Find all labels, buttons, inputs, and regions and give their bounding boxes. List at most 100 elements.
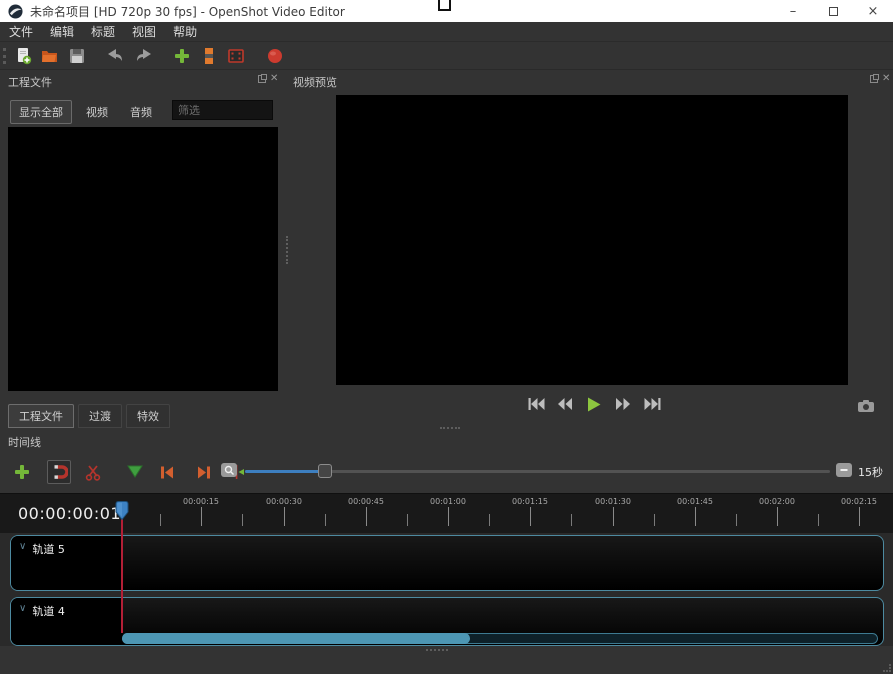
project-files-float-icon[interactable] <box>258 75 266 83</box>
menu-help[interactable]: 帮助 <box>165 21 205 42</box>
new-project-button[interactable] <box>12 45 34 67</box>
add-track-button[interactable] <box>10 460 34 484</box>
video-preview-float-icon[interactable] <box>870 75 878 83</box>
filter-tab-show-all[interactable]: 显示全部 <box>10 100 72 124</box>
ruler-tick-major <box>695 507 696 526</box>
menu-file[interactable]: 文件 <box>1 21 41 42</box>
tab-transitions[interactable]: 过渡 <box>78 404 122 428</box>
panel-splitter-handle[interactable] <box>286 236 288 264</box>
jump-to-end-button[interactable] <box>643 396 661 412</box>
import-files-icon <box>173 47 191 65</box>
ruler-tick-minor <box>571 514 572 526</box>
next-marker-button[interactable] <box>192 460 216 484</box>
track-5-header[interactable]: ∨ 轨道 5 <box>11 536 123 590</box>
menu-title[interactable]: 标题 <box>83 21 123 42</box>
horizontal-splitter-handle[interactable] <box>440 427 460 429</box>
video-preview-close-icon[interactable]: ✕ <box>882 75 890 83</box>
timeline-ruler[interactable]: 00:00:00:01 00:00:1500:00:3000:00:4500:0… <box>0 493 893 533</box>
titlebar: 未命名项目 [HD 720p 30 fps] - OpenShot Video … <box>0 0 893 22</box>
track-5[interactable]: ∨ 轨道 5 <box>10 535 884 591</box>
minimize-button[interactable]: – <box>773 0 813 22</box>
track-4-chevron-icon[interactable]: ∨ <box>19 603 26 614</box>
export-frame-button[interactable] <box>225 45 247 67</box>
statusbar <box>0 646 893 674</box>
dock-tabs: 工程文件 过渡 特效 <box>8 404 174 428</box>
ruler-tick-major <box>613 507 614 526</box>
zoom-slider-handle[interactable] <box>318 464 332 478</box>
main-toolbar <box>0 43 893 70</box>
timeline-scrollbar-thumb[interactable] <box>122 633 470 644</box>
filter-tab-audio[interactable]: 音频 <box>122 101 160 123</box>
zoom-in-button[interactable] <box>221 463 237 477</box>
track-5-chevron-icon[interactable]: ∨ <box>19 541 26 552</box>
resize-grip[interactable] <box>883 664 891 672</box>
filter-input[interactable] <box>172 100 273 120</box>
track-4-header[interactable]: ∨ 轨道 4 <box>11 598 123 645</box>
fast-forward-button[interactable] <box>614 396 632 412</box>
ruler-tick-major <box>448 507 449 526</box>
tab-effects[interactable]: 特效 <box>126 404 170 428</box>
close-button[interactable]: × <box>853 0 893 22</box>
snapping-magnet-icon <box>50 464 68 480</box>
camera-icon <box>856 398 876 414</box>
project-files-panel-title: 工程文件 <box>8 74 52 90</box>
add-track-icon <box>13 463 31 481</box>
title-artifact <box>438 0 451 11</box>
ruler-label: 00:02:15 <box>841 497 877 506</box>
maximize-button[interactable] <box>813 0 853 22</box>
jump-to-start-button[interactable] <box>527 396 545 412</box>
playhead-line[interactable] <box>121 517 123 633</box>
export-frame-icon <box>227 47 245 65</box>
ruler-tick-minor <box>242 514 243 526</box>
export-video-button[interactable] <box>264 45 286 67</box>
rewind-button[interactable] <box>556 396 574 412</box>
previous-marker-icon <box>159 465 174 480</box>
redo-button[interactable] <box>132 45 154 67</box>
bottom-splitter-handle[interactable] <box>426 649 448 651</box>
ruler-tick-minor <box>818 514 819 526</box>
zoom-scale-label: 15秒 <box>858 464 883 480</box>
filter-tab-video[interactable]: 视频 <box>78 101 116 123</box>
ruler-tick-major <box>366 507 367 526</box>
next-marker-icon <box>197 465 212 480</box>
tab-project-files[interactable]: 工程文件 <box>8 404 74 428</box>
previous-marker-button[interactable] <box>154 460 178 484</box>
zoom-out-button[interactable] <box>836 463 852 477</box>
transport-controls <box>527 396 661 412</box>
current-time: 00:00:00:01 <box>18 504 121 523</box>
import-files-button[interactable] <box>171 45 193 67</box>
snapping-toggle-button[interactable] <box>47 460 71 484</box>
razor-tool-button[interactable] <box>81 460 105 484</box>
undo-icon <box>107 47 125 65</box>
toolbar-drag-handle[interactable] <box>3 48 6 64</box>
zoom-slider[interactable] <box>245 470 830 473</box>
tracks-area: ∨ 轨道 5 ∨ 轨道 4 <box>0 533 893 646</box>
capture-frame-button[interactable] <box>856 398 876 414</box>
undo-button[interactable] <box>105 45 127 67</box>
add-marker-button[interactable] <box>123 460 147 484</box>
menu-view[interactable]: 视图 <box>124 21 164 42</box>
ruler-tick-minor <box>654 514 655 526</box>
choose-profile-icon <box>200 47 218 65</box>
ruler-tick-major <box>859 507 860 526</box>
menu-edit[interactable]: 编辑 <box>42 21 82 42</box>
play-icon <box>587 397 601 412</box>
choose-profile-button[interactable] <box>198 45 220 67</box>
ruler-tick-major <box>530 507 531 526</box>
fast-forward-icon <box>615 397 631 411</box>
ruler-label: 00:01:00 <box>430 497 466 506</box>
ruler-tick-major <box>201 507 202 526</box>
open-project-button[interactable] <box>39 45 61 67</box>
track-5-label: 轨道 5 <box>32 541 65 557</box>
ruler-label: 00:00:45 <box>348 497 384 506</box>
ruler-label: 00:02:00 <box>759 497 795 506</box>
play-button[interactable] <box>585 396 603 412</box>
project-files-close-icon[interactable]: ✕ <box>270 75 278 83</box>
save-project-button[interactable] <box>66 45 88 67</box>
video-preview-screen[interactable] <box>336 95 848 385</box>
ruler-tick-minor <box>489 514 490 526</box>
rewind-icon <box>557 397 573 411</box>
playhead-marker[interactable] <box>114 501 130 520</box>
project-files-list[interactable] <box>8 127 278 391</box>
save-project-icon <box>68 47 86 65</box>
